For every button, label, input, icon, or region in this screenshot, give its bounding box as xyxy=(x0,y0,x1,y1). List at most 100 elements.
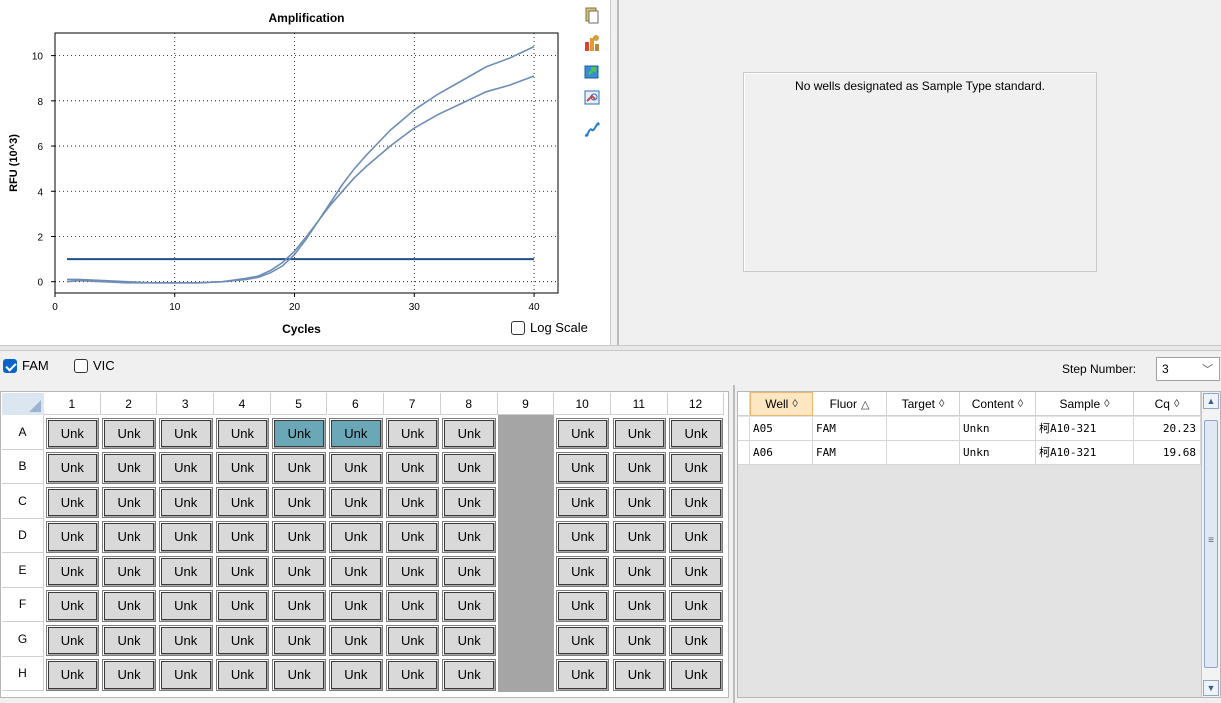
plate-well-A10[interactable]: Unk xyxy=(555,417,610,449)
plate-well-D11[interactable]: Unk xyxy=(612,521,667,553)
plate-row-header[interactable]: G xyxy=(2,622,44,657)
plate-well-E4[interactable]: Unk xyxy=(215,555,270,587)
table-row[interactable]: A05 FAM Unkn 柯A10-321 20.23 xyxy=(738,417,1201,441)
plate-well-H3[interactable]: Unk xyxy=(158,659,213,691)
plate-well-A12[interactable]: Unk xyxy=(669,417,723,449)
table-row[interactable]: A06 FAM Unkn 柯A10-321 19.68 xyxy=(738,441,1201,465)
plate-well-G2[interactable]: Unk xyxy=(102,624,156,656)
plate-well-B9[interactable] xyxy=(497,449,555,485)
plate-well-A8[interactable]: Unk xyxy=(442,417,497,449)
plate-row-header[interactable]: H xyxy=(2,656,44,691)
plate-well-B3[interactable]: Unk xyxy=(158,452,213,484)
plate-well-H10[interactable]: Unk xyxy=(555,659,610,691)
column-header-cq[interactable]: Cq ◊ xyxy=(1134,392,1201,416)
plate-row-header[interactable]: B xyxy=(2,449,44,484)
plate-well-G11[interactable]: Unk xyxy=(612,624,667,656)
vic-check-icon[interactable] xyxy=(74,358,88,373)
plate-well-G5[interactable]: Unk xyxy=(272,624,326,656)
vertical-splitter-bottom[interactable] xyxy=(729,385,737,703)
plate-column-header[interactable]: 4 xyxy=(214,393,271,415)
plate-well-G7[interactable]: Unk xyxy=(385,624,440,656)
plate-well-D1[interactable]: Unk xyxy=(45,521,100,553)
plate-well-A7[interactable]: Unk xyxy=(385,417,440,449)
plate-well-A11[interactable]: Unk xyxy=(612,417,667,449)
plate-well-F3[interactable]: Unk xyxy=(158,590,213,622)
zoom-icon[interactable] xyxy=(582,88,602,108)
column-header-sample[interactable]: Sample ◊ xyxy=(1036,392,1134,416)
plate-well-G9[interactable] xyxy=(497,622,555,658)
plate-well-E7[interactable]: Unk xyxy=(385,555,440,587)
plate-well-C2[interactable]: Unk xyxy=(102,486,156,518)
plate-well-E10[interactable]: Unk xyxy=(555,555,610,587)
plate-well-F4[interactable]: Unk xyxy=(215,590,270,622)
plate-well-A4[interactable]: Unk xyxy=(215,417,270,449)
plate-well-C12[interactable]: Unk xyxy=(669,486,723,518)
log-scale-checkbox[interactable]: Log Scale xyxy=(511,320,588,335)
plate-well-A3[interactable]: Unk xyxy=(158,417,213,449)
plate-well-D8[interactable]: Unk xyxy=(442,521,497,553)
plate-well-F11[interactable]: Unk xyxy=(612,590,667,622)
plate-well-F5[interactable]: Unk xyxy=(272,590,326,622)
plate-well-D7[interactable]: Unk xyxy=(385,521,440,553)
plate-well-H7[interactable]: Unk xyxy=(385,659,440,691)
select-all-corner[interactable] xyxy=(2,393,44,415)
plate-well-B12[interactable]: Unk xyxy=(669,452,723,484)
plate-well-H12[interactable]: Unk xyxy=(669,659,723,691)
plate-well-H2[interactable]: Unk xyxy=(102,659,156,691)
plate-well-F1[interactable]: Unk xyxy=(45,590,100,622)
plate-well-C5[interactable]: Unk xyxy=(272,486,326,518)
plate-well-C6[interactable]: Unk xyxy=(329,486,383,518)
copy-icon[interactable] xyxy=(582,6,602,26)
plate-well-E9[interactable] xyxy=(497,553,555,589)
fluor-vic-checkbox[interactable]: VIC xyxy=(74,358,115,373)
column-header-content[interactable]: Content ◊ xyxy=(960,392,1036,416)
column-header-target[interactable]: Target ◊ xyxy=(887,392,960,416)
plate-well-B8[interactable]: Unk xyxy=(442,452,497,484)
plate-well-G3[interactable]: Unk xyxy=(158,624,213,656)
plate-column-header[interactable]: 7 xyxy=(384,393,441,415)
plate-well-E11[interactable]: Unk xyxy=(612,555,667,587)
plate-well-D10[interactable]: Unk xyxy=(555,521,610,553)
plate-well-E3[interactable]: Unk xyxy=(158,555,213,587)
plate-well-B6[interactable]: Unk xyxy=(329,452,383,484)
plate-well-H5[interactable]: Unk xyxy=(272,659,326,691)
chart-type-icon[interactable] xyxy=(582,33,602,53)
scroll-down-button[interactable]: ▼ xyxy=(1203,680,1219,696)
plate-row-header[interactable]: D xyxy=(2,518,44,553)
scroll-up-button[interactable]: ▲ xyxy=(1203,393,1219,409)
plate-well-E6[interactable]: Unk xyxy=(329,555,383,587)
export-icon[interactable] xyxy=(582,61,602,81)
plate-row-header[interactable]: E xyxy=(2,553,44,588)
plate-column-header[interactable]: 12 xyxy=(667,393,725,415)
plate-well-C3[interactable]: Unk xyxy=(158,486,213,518)
plate-well-C4[interactable]: Unk xyxy=(215,486,270,518)
plate-well-G1[interactable]: Unk xyxy=(45,624,100,656)
plate-column-header[interactable]: 6 xyxy=(327,393,385,415)
plate-column-header[interactable]: 9 xyxy=(497,393,555,415)
fluor-fam-checkbox[interactable]: FAM xyxy=(3,358,49,373)
plate-well-F8[interactable]: Unk xyxy=(442,590,497,622)
plate-well-G4[interactable]: Unk xyxy=(215,624,270,656)
plate-well-H4[interactable]: Unk xyxy=(215,659,270,691)
plate-well-A5[interactable]: Unk xyxy=(272,417,326,449)
plate-well-D2[interactable]: Unk xyxy=(102,521,156,553)
plate-well-H11[interactable]: Unk xyxy=(612,659,667,691)
plate-well-B4[interactable]: Unk xyxy=(215,452,270,484)
plate-column-header[interactable]: 3 xyxy=(157,393,215,415)
amplification-chart[interactable]: Amplification 0 10 20 30 40 0 2 4 6 8 10 Cycles RFU (… xyxy=(0,0,610,345)
plate-well-F9[interactable] xyxy=(497,587,555,623)
plate-well-F2[interactable]: Unk xyxy=(102,590,156,622)
plate-column-header[interactable]: 11 xyxy=(611,393,668,415)
plate-well-F7[interactable]: Unk xyxy=(385,590,440,622)
plate-well-C7[interactable]: Unk xyxy=(385,486,440,518)
plate-well-E5[interactable]: Unk xyxy=(272,555,326,587)
plate-well-B2[interactable]: Unk xyxy=(102,452,156,484)
plate-well-C10[interactable]: Unk xyxy=(555,486,610,518)
curve-fit-icon[interactable] xyxy=(582,120,602,140)
plate-column-header[interactable]: 2 xyxy=(100,393,158,415)
plate-well-C8[interactable]: Unk xyxy=(442,486,497,518)
plate-well-B11[interactable]: Unk xyxy=(612,452,667,484)
plate-well-E12[interactable]: Unk xyxy=(669,555,723,587)
plate-well-D6[interactable]: Unk xyxy=(329,521,383,553)
plate-row-header[interactable]: C xyxy=(2,484,44,519)
